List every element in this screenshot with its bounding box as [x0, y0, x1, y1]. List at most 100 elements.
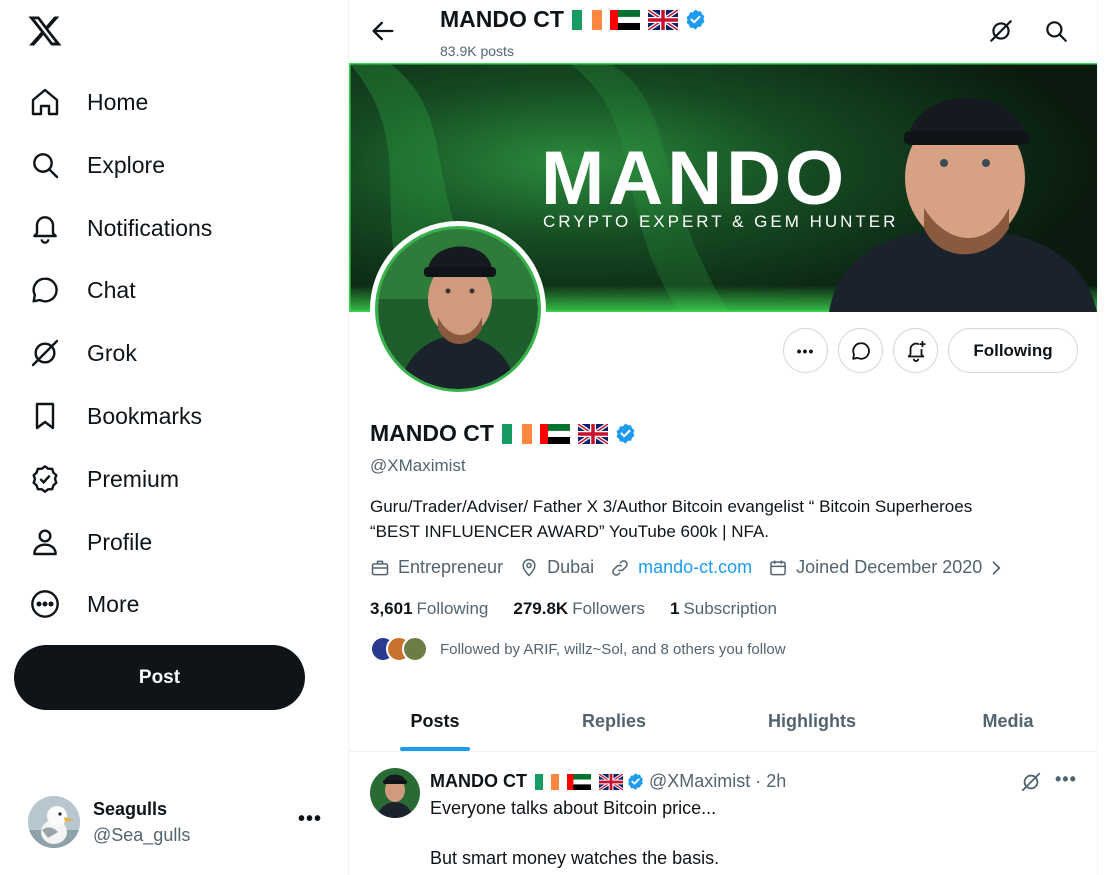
followers-stat[interactable]: 279.8K Followers	[513, 599, 645, 619]
nav-grok-label: Grok	[87, 339, 137, 366]
post-button[interactable]: Post	[14, 645, 305, 710]
nav-chat-label: Chat	[87, 276, 136, 303]
tweet-header: MANDO CT @XMaximist · 2h	[430, 771, 786, 792]
verified-check-icon	[686, 9, 705, 30]
nav-explore-label: Explore	[87, 151, 165, 178]
uae-flag-icon	[609, 9, 640, 30]
profile-name-text: MANDO CT	[370, 420, 494, 446]
home-icon	[28, 85, 62, 119]
tweet-author-name[interactable]: MANDO CT	[430, 771, 527, 792]
chat-icon	[28, 273, 62, 307]
account-name: Seagulls	[93, 798, 168, 819]
location-pin-icon	[522, 558, 536, 577]
link-icon	[612, 559, 628, 576]
tweet-more-icon[interactable]: •••	[1055, 769, 1077, 790]
following-button[interactable]: Following	[948, 328, 1078, 373]
bio-line: “BEST INFLUENCER AWARD” YouTube 600k | N…	[370, 522, 770, 541]
followers-count: 279.8K	[513, 599, 569, 618]
nav-profile-label: Profile	[87, 528, 153, 555]
tweet-text-line: Everyone talks about Bitcoin price...	[430, 798, 717, 818]
location-text: Dubai	[547, 557, 595, 577]
verified-check-icon[interactable]	[614, 422, 637, 445]
nav-more[interactable]: More	[28, 581, 139, 627]
search-icon[interactable]	[1043, 18, 1069, 44]
nav-profile[interactable]: Profile	[28, 519, 152, 565]
nav-grok[interactable]: Grok	[28, 330, 137, 376]
account-more-icon[interactable]: •••	[298, 808, 322, 831]
grok-icon[interactable]	[988, 18, 1014, 44]
sidebar: Home Explore Notifications Chat Grok Boo…	[0, 0, 348, 875]
bell-plus-icon	[907, 340, 926, 362]
following-stat[interactable]: 3,601 Following	[370, 599, 488, 619]
tab-media[interactable]: Media	[917, 692, 1097, 751]
header-title: MANDO CT	[440, 6, 707, 33]
following-label: Following	[416, 599, 489, 618]
profession-text: Entrepreneur	[398, 557, 504, 577]
nav-premium[interactable]: Premium	[28, 456, 179, 502]
bookmark-icon	[28, 399, 62, 433]
tab-highlights[interactable]: Highlights	[707, 692, 917, 751]
nav-bookmarks[interactable]: Bookmarks	[28, 393, 202, 439]
profession-item: Entrepreneur	[370, 557, 503, 578]
profile-stats: 3,601 Following 279.8K Followers 1 Subscrip…	[370, 599, 802, 619]
nav-home-label: Home	[87, 88, 149, 115]
message-button[interactable]	[838, 328, 883, 373]
account-avatar	[28, 796, 80, 848]
more-circle-icon	[28, 587, 62, 621]
followed-by-text: Followed by ARIF, willz~Sol, and 8 other…	[440, 640, 786, 658]
grok-icon[interactable]	[1020, 771, 1042, 798]
followers-label: Followers	[572, 599, 645, 618]
website-item[interactable]: mando-ct.com	[610, 557, 752, 578]
chat-icon	[851, 341, 870, 360]
nav-notifications-label: Notifications	[87, 214, 213, 241]
joined-item[interactable]: Joined December 2020	[768, 557, 1006, 578]
tweet-text-line: But smart money watches the basis.	[430, 848, 720, 868]
subscription-stat[interactable]: 1 Subscription	[670, 599, 777, 619]
tab-replies[interactable]: Replies	[521, 692, 707, 751]
profile-name: MANDO CT	[370, 420, 637, 447]
verified-badge-icon	[28, 462, 62, 496]
calendar-icon	[770, 560, 786, 575]
profile-avatar[interactable]	[370, 221, 546, 397]
verified-check-icon	[628, 773, 643, 790]
joined-text: Joined December 2020	[796, 557, 983, 577]
search-icon	[28, 148, 62, 182]
back-arrow-icon[interactable]	[369, 17, 397, 45]
notify-button[interactable]	[893, 328, 938, 373]
nav-notifications[interactable]: Notifications	[28, 205, 212, 251]
x-logo-icon[interactable]	[27, 13, 63, 49]
subscription-label: Subscription	[683, 599, 777, 618]
tab-posts[interactable]: Posts	[349, 692, 521, 751]
profile-bio: Guru/Trader/Adviser/ Father X 3/Author B…	[370, 494, 1070, 544]
account-switcher[interactable]: Seagulls @Sea_gulls •••	[28, 792, 328, 852]
profile-meta: Entrepreneur Dubai mando-ct.com Joined D…	[370, 557, 1022, 578]
nav-chat[interactable]: Chat	[28, 267, 136, 313]
nav-premium-label: Premium	[87, 465, 180, 492]
grok-icon	[28, 336, 62, 370]
profile-column: MANDO CT 83.9K posts MANDO CRYPTO EXPERT…	[348, 0, 1098, 875]
person-icon	[28, 525, 62, 559]
ireland-flag-icon	[535, 773, 559, 790]
uk-flag-icon	[577, 423, 608, 444]
uk-flag-icon	[599, 773, 623, 790]
bell-icon	[28, 211, 62, 245]
nav-explore[interactable]: Explore	[28, 142, 165, 188]
following-count: 3,601	[370, 599, 413, 618]
tweet-avatar[interactable]	[370, 768, 420, 818]
header-title-text: MANDO CT	[440, 6, 564, 32]
chevron-right-icon	[992, 560, 1001, 575]
more-dots-icon: •••	[796, 342, 815, 359]
nav-bookmarks-label: Bookmarks	[87, 402, 203, 429]
tweet-handle-time[interactable]: @XMaximist · 2h	[649, 771, 786, 792]
more-options-button[interactable]: •••	[783, 328, 828, 373]
banner-title: MANDO	[541, 136, 849, 221]
banner-subtitle: CRYPTO EXPERT & GEM HUNTER	[543, 212, 899, 231]
briefcase-icon	[371, 560, 389, 575]
followed-by-row[interactable]: Followed by ARIF, willz~Sol, and 8 other…	[370, 636, 786, 662]
website-link[interactable]: mando-ct.com	[638, 557, 752, 578]
follower-avatar	[402, 636, 428, 662]
bio-line: Guru/Trader/Adviser/ Father X 3/Author B…	[370, 497, 973, 516]
nav-home[interactable]: Home	[28, 79, 148, 125]
ireland-flag-icon	[571, 9, 602, 30]
tweet[interactable]: MANDO CT @XMaximist · 2h ••• Everyone ta…	[349, 753, 1097, 875]
